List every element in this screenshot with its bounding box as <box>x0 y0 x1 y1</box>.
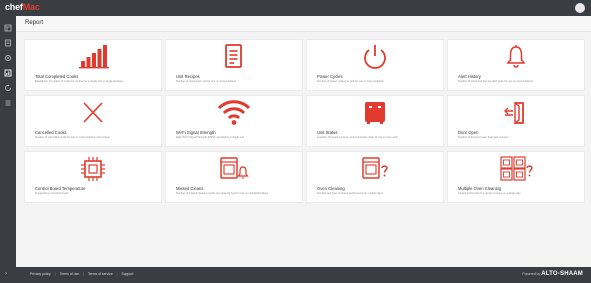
footer-link-support[interactable]: Support <box>120 272 136 276</box>
chevron-right-icon[interactable]: › <box>5 271 7 277</box>
report-card-control-board-temperature[interactable]: Control Board Temperature Temperature of… <box>24 151 162 203</box>
report-card-power-cycles[interactable]: Power Cycles Number of power cycles per … <box>306 39 444 91</box>
card-description: Number and type of cleans performed in a… <box>317 192 383 195</box>
card-title: Control Board Temperature <box>35 186 86 191</box>
report-card-oven-cleaning[interactable]: Oven Cleaning Number and type of cleans … <box>306 151 444 203</box>
refresh-icon[interactable] <box>4 84 12 92</box>
door-open-icon <box>448 96 584 130</box>
card-description: Number of recipes per unit for one or mo… <box>176 80 236 83</box>
card-description: Daily Wi-Fi Signal Strength (RSSI) repor… <box>176 136 244 139</box>
recipe-document-icon <box>166 40 302 74</box>
sidebar <box>0 16 16 267</box>
footer-separator: | <box>116 272 118 276</box>
card-description: Number of times an oven door was opened <box>458 136 508 139</box>
x-icon <box>25 96 161 130</box>
oven-alert-icon <box>166 152 302 186</box>
card-description: Number of alerts and last per alert code… <box>458 80 533 83</box>
card-title: Total Completed Cooks <box>35 74 79 79</box>
report-card-door-open[interactable]: Door Open Number of times an oven door w… <box>447 95 585 147</box>
report-card-unit-recipes[interactable]: Unit Recipes Number of recipes per unit … <box>165 39 303 91</box>
card-title: Multiple Oven Cleaning <box>458 186 502 191</box>
card-title: Power Cycles <box>317 74 343 79</box>
app-logo[interactable]: chefMac <box>5 2 40 12</box>
dashboard-icon[interactable] <box>4 24 12 32</box>
footer-link-terms-of-service[interactable]: Terms of service <box>86 272 115 276</box>
footer-link-terms-of-use[interactable]: Terms of use <box>58 272 81 276</box>
card-description: Number of missed cleaning cycles per cle… <box>176 192 269 195</box>
settings-icon[interactable] <box>4 54 12 62</box>
bell-icon <box>448 40 584 74</box>
card-title: Unit Status <box>317 130 338 135</box>
card-description: Location, firmware versions, and connect… <box>317 136 398 139</box>
oven-question-icon <box>307 152 443 186</box>
unit-status-icon <box>307 96 443 130</box>
footer-links: Privacy policy | Terms of use | Terms of ser… <box>28 272 135 276</box>
powered-by: Powered by ALTO-SHAAM <box>522 271 583 277</box>
card-description: Number of power cycles per unit for one … <box>317 80 384 83</box>
report-card-alert-history[interactable]: Alert History Number of alerts and last … <box>447 39 585 91</box>
report-card-total-completed-cooks[interactable]: Total Completed Cooks Breakdown of numbe… <box>24 39 162 91</box>
card-title: Missed Cleans <box>176 186 204 191</box>
card-title: Alert History <box>458 74 481 79</box>
card-title: Cancelled Cooks <box>35 130 67 135</box>
card-title: Wi-Fi Signal Strength <box>176 130 216 135</box>
logo-text-accent: Mac <box>22 2 40 12</box>
chip-icon <box>25 152 161 186</box>
list-icon[interactable] <box>4 99 12 107</box>
footer: › Privacy policy | Terms of use | Terms of s… <box>0 267 591 283</box>
card-title: Oven Cleaning <box>317 186 345 191</box>
card-title: Unit Recipes <box>176 74 200 79</box>
page-title: Report <box>25 20 44 26</box>
card-description: Temperature of control board <box>35 192 69 195</box>
report-card-wifi-signal-strength[interactable]: Wi-Fi Signal Strength Daily Wi-Fi Signal… <box>165 95 303 147</box>
footer-separator: | <box>54 272 56 276</box>
report-icon[interactable] <box>4 69 12 77</box>
brand-logo: ALTO-SHAAM <box>541 271 583 277</box>
multi-oven-icon <box>448 152 584 186</box>
footer-link-privacy[interactable]: Privacy policy <box>28 272 53 276</box>
card-description: Breakdown of number of cooks for recipes… <box>35 80 124 83</box>
main-content: Report Total Completed Cooks Breakdown o… <box>16 16 591 267</box>
card-title: Door Open <box>458 130 479 135</box>
logo-text-primary: chef <box>5 2 23 12</box>
powered-by-label: Powered by <box>522 272 541 276</box>
report-card-cancelled-cooks[interactable]: Cancelled Cooks Number of cancelled cook… <box>24 95 162 147</box>
user-avatar[interactable] <box>575 3 585 13</box>
bar-chart-icon <box>25 40 161 74</box>
top-bar: chefMac <box>0 0 591 16</box>
report-card-unit-status[interactable]: Unit Status Location, firmware versions,… <box>306 95 444 147</box>
report-card-missed-cleans[interactable]: Missed Cleans Number of missed cleaning … <box>165 151 303 203</box>
wifi-icon <box>166 96 302 130</box>
card-description: Number of cancelled cooks for one or mor… <box>35 136 110 139</box>
power-icon <box>307 40 443 74</box>
document-icon[interactable] <box>4 39 12 47</box>
card-description: Cleans performed on a group of ovens on … <box>458 192 521 195</box>
report-card-multiple-oven-cleaning[interactable]: Multiple Oven Cleaning Cleans performed … <box>447 151 585 203</box>
page-header: Report <box>16 16 591 32</box>
